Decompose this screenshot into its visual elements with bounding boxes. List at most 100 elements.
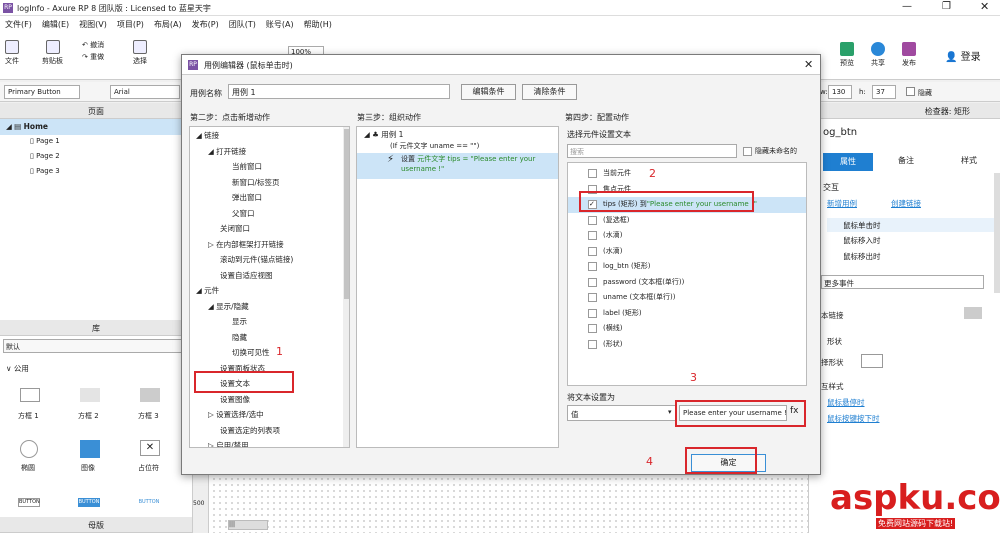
action-item[interactable]: ◢ 显示/隐藏 bbox=[196, 299, 349, 315]
widget-item[interactable]: log_btn (矩形) bbox=[568, 259, 806, 275]
image-icon[interactable] bbox=[80, 440, 100, 458]
inspector-scrollbar[interactable] bbox=[994, 173, 1000, 293]
select-button[interactable]: 选择 bbox=[133, 40, 147, 66]
placeholder-icon[interactable]: ✕ bbox=[140, 440, 160, 456]
hidden-checkbox[interactable] bbox=[906, 87, 915, 96]
widget-item[interactable]: (水滴) bbox=[568, 244, 806, 260]
widget-checkbox[interactable] bbox=[588, 293, 597, 302]
widget-item[interactable]: (复选框) bbox=[568, 213, 806, 229]
widget-item[interactable]: label (矩形) bbox=[568, 306, 806, 322]
hide-unnamed-checkbox[interactable] bbox=[743, 147, 752, 156]
box3-widget[interactable] bbox=[140, 388, 160, 402]
widget-item[interactable]: (横线) bbox=[568, 321, 806, 337]
shape-select[interactable] bbox=[861, 354, 883, 368]
widget-name-field[interactable]: og_btn bbox=[823, 127, 857, 138]
widget-item[interactable]: uname (文本框(单行)) bbox=[568, 290, 806, 306]
menu-project[interactable]: 项目(P) bbox=[112, 16, 149, 30]
widget-checkbox[interactable] bbox=[588, 169, 597, 178]
action-item[interactable]: 设置选定的列表项 bbox=[196, 423, 349, 439]
clipboard-button[interactable]: 剪贴板 bbox=[42, 40, 63, 66]
file-button[interactable]: 文件 bbox=[5, 40, 19, 66]
set-type-select[interactable]: 值 bbox=[567, 405, 677, 421]
event-click[interactable]: 鼠标单击时 bbox=[827, 218, 997, 232]
link-button-widget[interactable]: BUTTON bbox=[138, 498, 160, 507]
page-item[interactable]: ▯ Page 2 bbox=[0, 150, 192, 165]
widget-checkbox[interactable] bbox=[588, 308, 597, 318]
action-item[interactable]: 设置自适应视图 bbox=[196, 268, 349, 284]
hover-style-link[interactable]: 鼠标悬停时 bbox=[827, 397, 865, 408]
action-item[interactable]: 切换可见性 bbox=[196, 345, 349, 361]
menu-edit[interactable]: 编辑(E) bbox=[37, 16, 74, 30]
case-name-input[interactable]: 用例 1 bbox=[228, 84, 450, 99]
restore-icon[interactable]: ❐ bbox=[942, 1, 951, 12]
widget-item[interactable]: (形状) bbox=[568, 337, 806, 353]
widget-checkbox[interactable] bbox=[588, 339, 597, 349]
action-item[interactable]: 隐藏 bbox=[196, 330, 349, 346]
menu-file[interactable]: 文件(F) bbox=[0, 16, 37, 30]
menu-account[interactable]: 账号(A) bbox=[261, 16, 299, 30]
action-item[interactable]: 当前窗口 bbox=[196, 159, 349, 175]
action-item[interactable]: 滚动到元件(锚点链接) bbox=[196, 252, 349, 268]
box1-widget[interactable] bbox=[20, 388, 40, 402]
event-mouseleave[interactable]: 鼠标移出时 bbox=[843, 251, 881, 262]
new-case-link[interactable]: 新增用例 bbox=[827, 198, 857, 209]
text-link-button[interactable] bbox=[964, 307, 982, 319]
widget-item[interactable]: 当前元件 bbox=[568, 166, 806, 182]
menu-layout[interactable]: 布局(A) bbox=[149, 16, 187, 30]
widget-checkbox[interactable] bbox=[588, 277, 597, 287]
edit-condition-button[interactable]: 编辑条件 bbox=[461, 84, 516, 100]
style-select[interactable]: Primary Button bbox=[4, 85, 80, 99]
action-item[interactable]: ◢ 元件 bbox=[196, 283, 349, 299]
widget-item[interactable]: (水滴) bbox=[568, 228, 806, 244]
widget-search-input[interactable]: 搜索 bbox=[567, 144, 737, 158]
action-item[interactable]: ◢ 打开链接 bbox=[196, 144, 349, 160]
library-group[interactable]: ∨ 公用 bbox=[6, 363, 29, 374]
menu-help[interactable]: 帮助(H) bbox=[299, 16, 337, 30]
action-item[interactable]: ◢ 链接 bbox=[196, 128, 349, 144]
close-icon[interactable]: ✕ bbox=[980, 0, 989, 13]
widget-checkbox[interactable] bbox=[588, 215, 597, 225]
action-item[interactable]: 显示 bbox=[196, 314, 349, 330]
menu-view[interactable]: 视图(V) bbox=[74, 16, 112, 30]
action-item[interactable]: 弹出窗口 bbox=[196, 190, 349, 206]
create-link[interactable]: 创建链接 bbox=[891, 198, 921, 209]
action-item[interactable]: ▷ 在内部框架打开链接 bbox=[196, 237, 349, 253]
action-item[interactable]: 关闭窗口 bbox=[196, 221, 349, 237]
primary-button-widget[interactable]: BUTTON bbox=[78, 498, 100, 507]
tab-style[interactable]: 样式 bbox=[944, 155, 994, 166]
action-item[interactable]: ▷ 设置选择/选中 bbox=[196, 407, 349, 423]
ellipse-widget[interactable] bbox=[20, 440, 38, 458]
preview-button[interactable]: 预览 bbox=[840, 42, 854, 68]
height-input[interactable]: 37 bbox=[872, 85, 896, 99]
event-mouseenter[interactable]: 鼠标移入时 bbox=[843, 235, 881, 246]
menu-team[interactable]: 团队(T) bbox=[224, 16, 261, 30]
font-select[interactable]: Arial bbox=[110, 85, 180, 99]
page-home[interactable]: ◢ ▤ Home bbox=[0, 119, 192, 135]
widget-item[interactable]: password (文本框(单行)) bbox=[568, 275, 806, 291]
action-item[interactable]: 新窗口/标签页 bbox=[196, 175, 349, 191]
width-input[interactable]: 130 bbox=[828, 85, 852, 99]
library-select[interactable]: 默认 bbox=[3, 339, 188, 353]
tab-notes[interactable]: 备注 bbox=[881, 155, 931, 166]
menu-publish[interactable]: 发布(P) bbox=[187, 16, 224, 30]
share-button[interactable]: 共享 bbox=[871, 42, 885, 68]
action-item[interactable]: ▷ 启用/禁用 bbox=[196, 438, 349, 447]
clear-condition-button[interactable]: 清除条件 bbox=[522, 84, 577, 100]
design-canvas[interactable] bbox=[193, 470, 808, 533]
more-events-select[interactable]: 更多事件 bbox=[821, 275, 984, 289]
login-button[interactable]: 👤 登录 bbox=[945, 48, 981, 63]
page-item[interactable]: ▯ Page 3 bbox=[0, 165, 192, 180]
minimize-icon[interactable]: — bbox=[902, 1, 912, 12]
case-node[interactable]: ◢ ♣ 用例 1 bbox=[357, 127, 558, 140]
widget-checkbox[interactable] bbox=[588, 262, 597, 271]
publish-button[interactable]: 发布 bbox=[902, 42, 916, 68]
action-node[interactable]: ⚡ 设置 元件文字 tips = "Please enter your user… bbox=[357, 153, 558, 179]
dialog-close-icon[interactable]: ✕ bbox=[804, 58, 813, 71]
undo-button[interactable]: ↶ 撤消 bbox=[82, 40, 104, 50]
redo-button[interactable]: ↷ 重做 bbox=[82, 52, 104, 62]
mousedown-style-link[interactable]: 鼠标按键按下时 bbox=[827, 413, 880, 424]
page-item[interactable]: ▯ Page 1 bbox=[0, 135, 192, 150]
widget-checkbox[interactable] bbox=[588, 231, 597, 240]
box2-widget[interactable] bbox=[80, 388, 100, 402]
actions-scrollbar[interactable] bbox=[343, 127, 349, 447]
